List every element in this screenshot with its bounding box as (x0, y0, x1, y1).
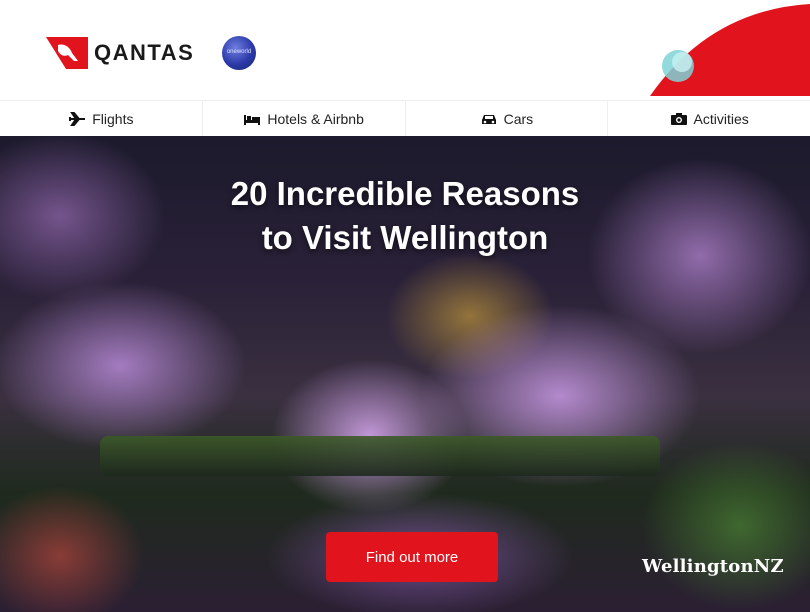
brand-name: QANTAS (94, 40, 195, 65)
nav-item-activities[interactable]: Activities (608, 101, 810, 136)
nav-item-flights[interactable]: Flights (0, 101, 203, 136)
hero-banner[interactable]: 20 Incredible Reasons to Visit Wellingto… (0, 136, 810, 612)
nav-item-hotels[interactable]: Hotels & Airbnb (203, 101, 406, 136)
qantas-logo[interactable]: QANTAS (46, 37, 194, 69)
qantas-tail-graphic (650, 4, 810, 96)
hero-title: 20 Incredible Reasons to Visit Wellingto… (0, 172, 810, 260)
oneworld-badge: oneworld (222, 36, 256, 70)
oneworld-label: oneworld (226, 49, 252, 55)
hero-pond-reflection (100, 436, 660, 476)
car-icon (481, 114, 496, 124)
nav-label-cars: Cars (503, 110, 534, 127)
hero-title-line-2: to Visit Wellington (261, 219, 549, 256)
top-nav: Flights Hotels & Airbnb Cars Activities (0, 100, 810, 136)
email-page: QANTAS oneworld Flights Hotels & Airbnb … (0, 0, 810, 612)
hero-title-line-1: 20 Incredible Reasons (230, 175, 580, 212)
find-out-more-button[interactable]: Find out more (326, 532, 498, 582)
nav-label-hotels: Hotels & Airbnb (267, 110, 364, 127)
bed-icon (244, 114, 261, 125)
airplane-icon (69, 111, 86, 126)
nav-label-activities: Activities (693, 110, 749, 127)
nav-item-cars[interactable]: Cars (406, 101, 609, 136)
nav-label-flights: Flights (92, 110, 134, 127)
wellingtonnz-logo: WellingtonNZ (642, 556, 784, 577)
header: QANTAS oneworld (0, 0, 810, 100)
camera-icon (670, 112, 687, 125)
kangaroo-logo-icon (46, 37, 88, 69)
